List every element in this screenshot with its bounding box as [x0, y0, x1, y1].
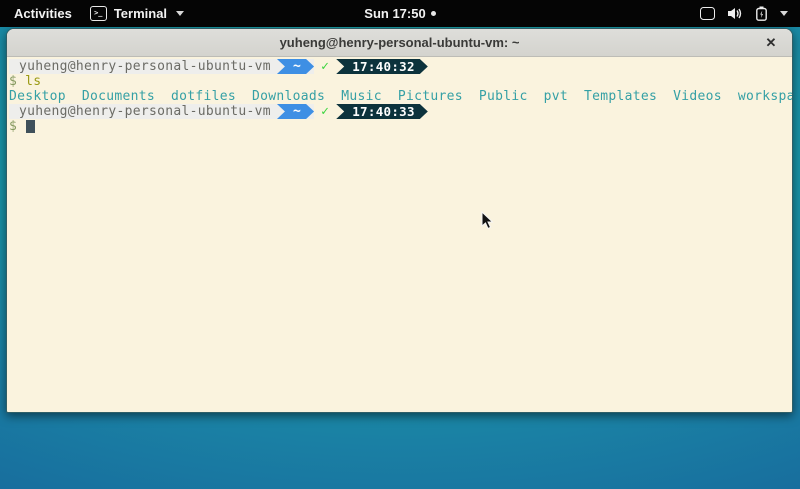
ls-entry: Public [479, 89, 528, 104]
terminal-content[interactable]: yuheng@henry-personal-ubuntu-vm ~ ✓ 17:4… [7, 57, 792, 412]
current-input-line[interactable]: $ [9, 119, 790, 134]
prompt-strip: yuheng@henry-personal-ubuntu-vm ~ [9, 59, 314, 74]
ls-output-line: Desktop Documents dotfiles Downloads Music Pi… [9, 89, 790, 104]
time-badge: 17:40:32 [336, 59, 428, 74]
top-bar: Activities >_ Terminal Sun 17:50 [0, 0, 800, 27]
time-badge: 17:40:33 [336, 104, 428, 119]
screen-share-icon [700, 7, 715, 20]
mouse-cursor-icon [481, 211, 494, 230]
close-button[interactable]: ✕ [763, 35, 779, 51]
system-tray[interactable] [700, 6, 800, 21]
system-menu-chevron-icon [780, 11, 788, 16]
prompt-line-2: yuheng@henry-personal-ubuntu-vm ~ ✓ 17:4… [9, 104, 790, 119]
activities-button[interactable]: Activities [10, 6, 76, 21]
prompt-line-1: yuheng@henry-personal-ubuntu-vm ~ ✓ 17:4… [9, 59, 790, 74]
ls-entry: workspace [738, 89, 793, 104]
chevron-down-icon [176, 11, 184, 16]
battery-charging-icon [756, 6, 767, 21]
window-titlebar[interactable]: yuheng@henry-personal-ubuntu-vm: ~ ✕ [7, 29, 792, 57]
ls-entry: dotfiles [171, 89, 236, 104]
ls-entry: Templates [584, 89, 657, 104]
window-title: yuheng@henry-personal-ubuntu-vm: ~ [280, 35, 520, 50]
clock-button[interactable]: Sun 17:50 [364, 6, 435, 21]
app-menu-terminal[interactable]: >_ Terminal [90, 6, 184, 21]
app-menu-label: Terminal [114, 6, 167, 21]
terminal-window: yuheng@henry-personal-ubuntu-vm: ~ ✕ yuh… [6, 28, 793, 413]
terminal-cursor [26, 120, 35, 133]
command-line-ls: $ ls [9, 74, 790, 89]
ls-entry: Music [341, 89, 382, 104]
prompt-strip: yuheng@henry-personal-ubuntu-vm ~ [9, 104, 314, 119]
cwd-label: ~ [293, 59, 301, 74]
status-check-icon: ✓ [321, 59, 329, 74]
ls-entry: Desktop [9, 89, 66, 104]
terminal-app-icon: >_ [90, 6, 107, 21]
notification-dot-icon [431, 11, 436, 16]
time-label: 17:40:33 [352, 104, 415, 119]
ls-entry: Downloads [252, 89, 325, 104]
clock-label: Sun 17:50 [364, 6, 425, 21]
cwd-label: ~ [293, 104, 301, 119]
close-icon: ✕ [766, 35, 777, 51]
ls-entry: Videos [673, 89, 722, 104]
prompt-symbol: $ [9, 119, 17, 134]
command-text: ls [25, 74, 41, 89]
volume-icon [728, 7, 743, 20]
ls-entry: pvt [544, 89, 568, 104]
ls-entry: Documents [82, 89, 155, 104]
status-check-icon: ✓ [321, 104, 329, 119]
cwd-badge: ~ [277, 104, 314, 119]
cwd-badge: ~ [277, 59, 314, 74]
time-label: 17:40:32 [352, 59, 415, 74]
prompt-user-host: yuheng@henry-personal-ubuntu-vm [19, 59, 271, 74]
ls-entry: Pictures [398, 89, 463, 104]
prompt-symbol: $ [9, 74, 17, 89]
prompt-user-host: yuheng@henry-personal-ubuntu-vm [19, 104, 271, 119]
top-bar-left: Activities >_ Terminal [0, 6, 184, 21]
